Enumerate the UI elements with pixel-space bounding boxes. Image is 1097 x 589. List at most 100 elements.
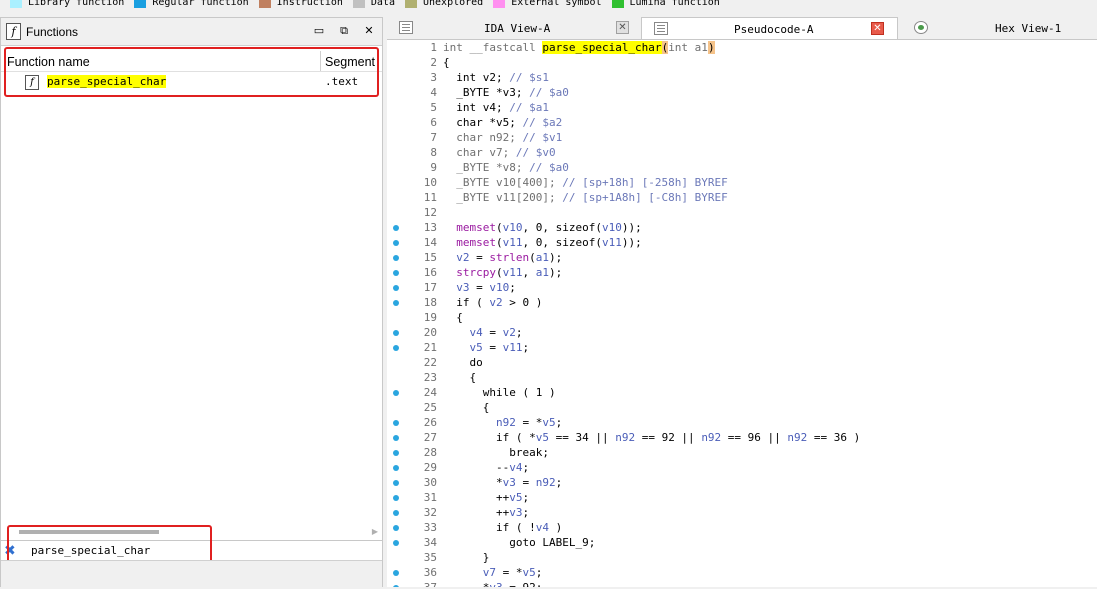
code-line[interactable]: 35 } (387, 550, 1097, 565)
tab-close-icon[interactable]: ✕ (871, 22, 884, 35)
code-line[interactable]: 26 n92 = *v5; (387, 415, 1097, 430)
breakpoint-dot-icon[interactable] (393, 390, 399, 396)
pseudocode-editor[interactable]: 1 int __fastcall parse_special_char(int a… (387, 40, 1097, 587)
tab-hex-view-1[interactable]: Hex View-1 (902, 17, 1097, 39)
code-text[interactable]: int __fastcall parse_special_char(int a1… (443, 40, 715, 55)
tab-pseudocode-a[interactable]: Pseudocode-A ✕ (641, 17, 898, 39)
code-text[interactable]: do (443, 355, 482, 370)
code-text[interactable]: if ( *v5 == 34 || n92 == 92 || n92 == 96… (443, 430, 860, 445)
breakpoint-dot-icon[interactable] (393, 240, 399, 246)
code-line[interactable]: 14 memset(v11, 0, sizeof(v11)); (387, 235, 1097, 250)
breakpoint-dot-icon[interactable] (393, 435, 399, 441)
code-line[interactable]: 22 do (387, 355, 1097, 370)
code-text[interactable]: _BYTE *v8; // $a0 (443, 160, 569, 175)
code-text[interactable]: _BYTE v11[200]; // [sp+1A8h] [-C8h] BYRE… (443, 190, 728, 205)
code-line[interactable]: 6 char *v5; // $a2 (387, 115, 1097, 130)
code-text[interactable]: v4 = v2; (443, 325, 523, 340)
close-icon[interactable]: ✕ (362, 24, 376, 38)
breakpoint-dot-icon[interactable] (393, 570, 399, 576)
code-line[interactable]: 25 { (387, 400, 1097, 415)
code-text[interactable]: v2 = strlen(a1); (443, 250, 562, 265)
breakpoint-dot-icon[interactable] (393, 480, 399, 486)
code-text[interactable]: break; (443, 445, 549, 460)
code-text[interactable]: while ( 1 ) (443, 385, 556, 400)
code-text[interactable]: strcpy(v11, a1); (443, 265, 562, 280)
code-line[interactable]: 11 _BYTE v11[200]; // [sp+1A8h] [-C8h] B… (387, 190, 1097, 205)
breakpoint-dot-icon[interactable] (393, 330, 399, 336)
minimize-icon[interactable]: ▭ (312, 24, 326, 38)
code-line[interactable]: 19 { (387, 310, 1097, 325)
code-line[interactable]: 36 v7 = *v5; (387, 565, 1097, 580)
code-text[interactable]: int v4; // $a1 (443, 100, 549, 115)
code-line[interactable]: 16 strcpy(v11, a1); (387, 265, 1097, 280)
code-line[interactable]: 5 int v4; // $a1 (387, 100, 1097, 115)
code-text[interactable]: v3 = v10; (443, 280, 516, 295)
code-line[interactable]: 27 if ( *v5 == 34 || n92 == 92 || n92 ==… (387, 430, 1097, 445)
code-line[interactable]: 18 if ( v2 > 0 ) (387, 295, 1097, 310)
code-text[interactable]: { (443, 55, 450, 70)
code-text[interactable]: ++v3; (443, 505, 529, 520)
breakpoint-dot-icon[interactable] (393, 255, 399, 261)
code-text[interactable]: char v7; // $v0 (443, 145, 555, 160)
code-line[interactable]: 10 _BYTE v10[400]; // [sp+18h] [-258h] B… (387, 175, 1097, 190)
code-line[interactable]: 13 memset(v10, 0, sizeof(v10)); (387, 220, 1097, 235)
code-line[interactable]: 15 v2 = strlen(a1); (387, 250, 1097, 265)
code-text[interactable]: _BYTE v10[400]; // [sp+18h] [-258h] BYRE… (443, 175, 728, 190)
code-text[interactable]: n92 = *v5; (443, 415, 562, 430)
code-line[interactable]: 28 break; (387, 445, 1097, 460)
tab-ida-view-a[interactable]: IDA View-A ✕ (387, 17, 637, 39)
breakpoint-dot-icon[interactable] (393, 225, 399, 231)
code-line[interactable]: 37 *v3 = 92; (387, 580, 1097, 587)
code-line[interactable]: 12 (387, 205, 1097, 220)
breakpoint-dot-icon[interactable] (393, 450, 399, 456)
breakpoint-dot-icon[interactable] (393, 540, 399, 546)
code-text[interactable]: *v3 = 92; (443, 580, 543, 587)
code-text[interactable]: { (443, 400, 490, 415)
breakpoint-dot-icon[interactable] (393, 465, 399, 471)
code-line[interactable]: 34 goto LABEL_9; (387, 535, 1097, 550)
code-line[interactable]: 23 { (387, 370, 1097, 385)
code-line[interactable]: 20 v4 = v2; (387, 325, 1097, 340)
code-text[interactable]: goto LABEL_9; (443, 535, 595, 550)
code-line[interactable]: 3 int v2; // $s1 (387, 70, 1097, 85)
code-text[interactable]: --v4; (443, 460, 529, 475)
code-text[interactable]: ++v5; (443, 490, 529, 505)
breakpoint-dot-icon[interactable] (393, 270, 399, 276)
code-text[interactable]: _BYTE *v3; // $a0 (443, 85, 569, 100)
code-text[interactable]: char *v5; // $a2 (443, 115, 562, 130)
code-line[interactable]: 17 v3 = v10; (387, 280, 1097, 295)
code-line[interactable]: 21 v5 = v11; (387, 340, 1097, 355)
code-text[interactable]: int v2; // $s1 (443, 70, 549, 85)
code-line[interactable]: 30 *v3 = n92; (387, 475, 1097, 490)
breakpoint-dot-icon[interactable] (393, 495, 399, 501)
code-line[interactable]: 2{ (387, 55, 1097, 70)
code-line[interactable]: 24 while ( 1 ) (387, 385, 1097, 400)
code-text[interactable]: if ( !v4 ) (443, 520, 562, 535)
code-text[interactable]: if ( v2 > 0 ) (443, 295, 542, 310)
breakpoint-dot-icon[interactable] (393, 285, 399, 291)
code-text[interactable]: v7 = *v5; (443, 565, 543, 580)
code-text[interactable]: *v3 = n92; (443, 475, 562, 490)
code-text[interactable]: memset(v11, 0, sizeof(v11)); (443, 235, 641, 250)
scroll-right-arrow-icon[interactable]: ▶ (372, 527, 378, 536)
code-line[interactable]: 7 char n92; // $v1 (387, 130, 1097, 145)
code-line[interactable]: 1 int __fastcall parse_special_char(int a… (387, 40, 1097, 55)
breakpoint-dot-icon[interactable] (393, 420, 399, 426)
code-text[interactable]: char n92; // $v1 (443, 130, 562, 145)
breakpoint-dot-icon[interactable] (393, 510, 399, 516)
code-text[interactable]: v5 = v11; (443, 340, 530, 355)
code-text[interactable]: } (443, 550, 490, 565)
breakpoint-dot-icon[interactable] (393, 345, 399, 351)
code-line[interactable]: 4 _BYTE *v3; // $a0 (387, 85, 1097, 100)
code-line[interactable]: 33 if ( !v4 ) (387, 520, 1097, 535)
code-line[interactable]: 32 ++v3; (387, 505, 1097, 520)
breakpoint-dot-icon[interactable] (393, 300, 399, 306)
code-text[interactable]: memset(v10, 0, sizeof(v10)); (443, 220, 641, 235)
code-text[interactable]: { (443, 370, 476, 385)
code-line[interactable]: 9 _BYTE *v8; // $a0 (387, 160, 1097, 175)
code-text[interactable]: { (443, 310, 463, 325)
code-line[interactable]: 31 ++v5; (387, 490, 1097, 505)
float-window-icon[interactable]: ⧉ (337, 24, 351, 38)
tab-close-icon[interactable]: ✕ (616, 21, 629, 34)
code-line[interactable]: 8 char v7; // $v0 (387, 145, 1097, 160)
